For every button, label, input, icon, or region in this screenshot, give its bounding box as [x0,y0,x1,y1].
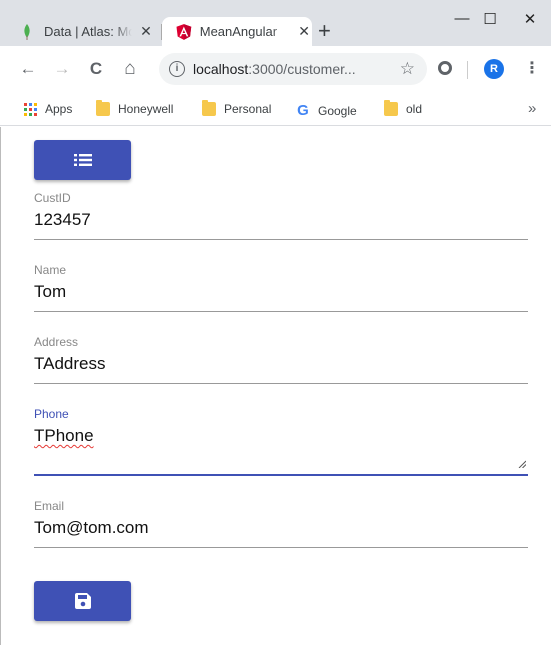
phone-textarea[interactable]: TPhone [34,426,528,446]
phone-value: TPhone [34,426,94,445]
email-input[interactable]: Tom@tom.com [34,518,528,538]
name-field[interactable]: Name Tom [34,263,528,312]
name-input[interactable]: Tom [34,282,528,302]
extension-icon[interactable] [438,61,452,75]
google-icon: G [297,102,309,119]
tab-strip: Data | Atlas: MongoDB ✕ MeanAngular ✕ + … [0,0,551,46]
bookmark-honeywell[interactable]: Honeywell [96,100,174,116]
custid-field[interactable]: CustID 123457 [34,191,528,240]
bookmark-label: Apps [45,102,73,116]
window-close-icon[interactable]: ✕ [520,10,540,28]
address-input[interactable]: TAddress [34,354,528,374]
tab-close-icon[interactable]: ✕ [296,23,312,40]
folder-icon [202,100,216,116]
field-underline [34,474,528,476]
mongodb-leaf-icon [24,23,30,40]
tab-atlas[interactable]: Data | Atlas: MongoDB ✕ [22,17,160,46]
apps-icon [24,102,37,116]
field-label: Name [34,263,67,277]
list-icon [73,154,92,166]
info-icon[interactable]: i [169,61,185,77]
phone-field[interactable]: Phone TPhone [34,407,528,476]
bookmark-apps[interactable]: Apps [24,102,72,116]
bookmark-label: old [406,102,423,116]
reload-icon[interactable]: C [86,59,106,79]
tab-meanangular[interactable]: MeanAngular ✕ [162,17,312,46]
maximize-icon[interactable]: ☐ [480,10,500,28]
tab-close-icon[interactable]: ✕ [138,23,154,40]
toolbar-divider [467,61,468,79]
menu-kebab-icon[interactable]: ⋮ [524,59,540,79]
field-underline [34,547,528,548]
address-field[interactable]: Address TAddress [34,335,528,384]
bookmark-old[interactable]: old [384,100,423,116]
customer-list-button[interactable] [34,140,131,180]
browser-toolbar: ← → C ⌂ i localhost:3000/customer... ☆ R… [0,46,551,92]
bookmark-star-icon[interactable]: ☆ [400,59,415,79]
profile-avatar[interactable]: R [484,59,504,79]
bookmarks-overflow-icon[interactable]: » [528,100,536,117]
field-label: Phone [34,407,69,421]
back-arrow-icon[interactable]: ← [18,59,38,79]
bookmark-personal[interactable]: Personal [202,100,272,116]
folder-icon [96,100,110,116]
field-label: CustID [34,191,71,205]
bookmark-label: Personal [224,102,272,116]
field-underline [34,311,528,312]
bookmark-label: Google [318,103,357,118]
home-icon[interactable]: ⌂ [120,59,140,79]
folder-icon [384,100,398,116]
save-button[interactable] [34,581,131,621]
field-label: Address [34,335,79,349]
page-content: CustID 123457 Name Tom Address TAddress … [0,127,551,645]
address-bar[interactable]: i localhost:3000/customer... ☆ [159,53,427,85]
resize-handle-icon[interactable] [518,460,526,468]
tab-title: Data | Atlas: MongoDB [44,24,132,39]
field-underline [34,383,528,384]
bookmark-google[interactable]: G Google [296,102,357,119]
url-text: localhost:3000/customer... [193,61,356,77]
bookmarks-bar: Apps Honeywell Personal G Google old » [0,92,551,126]
angular-icon [176,23,192,40]
email-field[interactable]: Email Tom@tom.com [34,499,528,548]
tab-title: MeanAngular [199,24,278,39]
forward-arrow-icon[interactable]: → [52,59,72,79]
field-underline [34,239,528,240]
custid-input[interactable]: 123457 [34,210,528,230]
save-icon [74,593,91,609]
new-tab-button[interactable]: + [318,19,331,43]
field-label: Email [34,499,65,513]
bookmark-label: Honeywell [118,102,174,116]
minimize-icon[interactable]: — [452,10,472,27]
